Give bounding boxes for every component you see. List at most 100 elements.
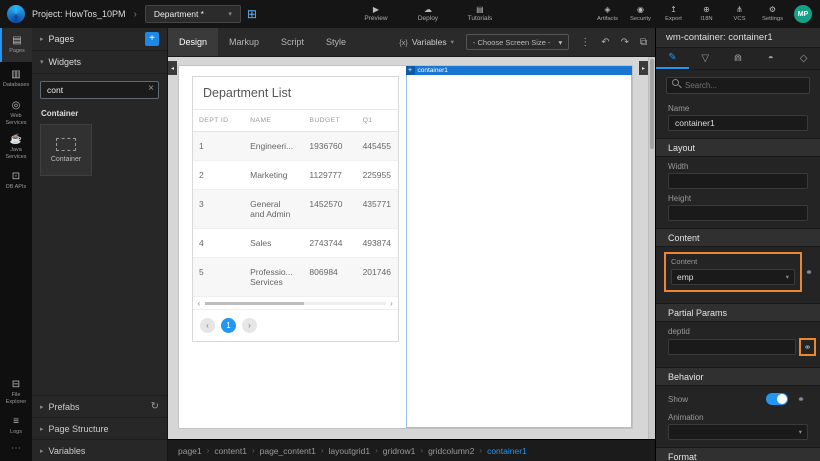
scroll-left-icon[interactable]: ‹ <box>193 299 205 308</box>
tab-style[interactable]: Style <box>315 28 357 56</box>
bind-deptid-icon[interactable]: ⚭ <box>799 338 816 356</box>
i18n-button[interactable]: ⊕ I18N <box>691 0 722 28</box>
breadcrumb-item[interactable]: content1 <box>214 446 247 456</box>
caret-down-icon: ▾ <box>40 58 44 66</box>
folder-icon: ⊟ <box>12 379 20 390</box>
kebab-menu-icon[interactable]: ⋮ <box>580 37 590 48</box>
user-avatar[interactable]: MP <box>794 5 812 23</box>
refresh-icon[interactable]: ↻ <box>151 401 159 412</box>
tab-script[interactable]: Script <box>270 28 315 56</box>
widget-search-input[interactable] <box>40 81 159 99</box>
add-widget-icon[interactable]: + <box>406 66 415 75</box>
deptid-field[interactable] <box>668 339 796 355</box>
tab-design[interactable]: Design <box>168 28 218 56</box>
settings-button[interactable]: ⚙ Settings <box>757 0 788 28</box>
collapse-right-panel-handle[interactable]: ▸ <box>639 61 648 75</box>
content-section-header[interactable]: Content <box>656 228 820 247</box>
screen-size-select[interactable]: - Choose Screen Size - ▾ <box>466 34 569 50</box>
breadcrumb: page1 › content1 › page_content1 › layou… <box>168 439 655 461</box>
rail-item-logs[interactable]: ≡ Logs <box>0 409 32 443</box>
breadcrumb-item[interactable]: page1 <box>178 446 202 456</box>
scroll-right-icon[interactable]: › <box>386 299 398 308</box>
container-selection-header[interactable]: + container1 <box>406 66 633 75</box>
redo-icon[interactable]: ↷ <box>621 37 629 48</box>
pagination-prev-button[interactable]: ‹ <box>200 318 215 333</box>
animation-select[interactable]: ▾ <box>668 424 808 440</box>
more-menu-icon[interactable]: ⋯ <box>0 443 32 461</box>
scroll-thumb[interactable] <box>205 302 304 305</box>
pages-header-label: Pages <box>49 34 75 44</box>
tab-events[interactable]: ⋒ <box>722 48 755 69</box>
export-button[interactable]: ↥ Export <box>658 0 689 28</box>
preview-icon: ▶ <box>373 5 379 15</box>
name-field[interactable] <box>668 115 808 131</box>
pagination-page-1-button[interactable]: 1 <box>221 318 236 333</box>
show-toggle[interactable] <box>766 393 788 405</box>
undo-icon[interactable]: ↶ <box>601 37 609 48</box>
table-row[interactable]: 5 Professio... Services 806984 201746 <box>193 258 398 297</box>
chevron-right-icon: › <box>479 446 482 455</box>
artifacts-button[interactable]: ◈ Artifacts <box>592 0 623 28</box>
widgets-panel-header[interactable]: ▾ Widgets <box>32 51 167 74</box>
container-widget-tile[interactable]: Container <box>40 124 92 176</box>
layout-section-header[interactable]: Layout <box>656 138 820 157</box>
add-page-button[interactable]: + <box>145 32 159 46</box>
bind-content-icon[interactable]: ⚭ <box>802 267 816 278</box>
table-row[interactable]: 2 Marketing 1129777 225955 <box>193 161 398 190</box>
table-row[interactable]: 1 Engineeri... 1936760 445455 <box>193 132 398 161</box>
rail-item-java-services[interactable]: ☕ Java Services <box>0 130 32 164</box>
variables-dropdown[interactable]: {x} Variables ▾ <box>399 37 454 47</box>
security-button[interactable]: ◉ Security <box>625 0 656 28</box>
breadcrumb-item[interactable]: layoutgrid1 <box>329 446 371 456</box>
breadcrumb-item[interactable]: gridrow1 <box>383 446 416 456</box>
height-field[interactable] <box>668 205 808 221</box>
behavior-section-header[interactable]: Behavior <box>656 367 820 386</box>
rail-item-db-apis[interactable]: ⊡ DB APIs <box>0 164 32 198</box>
partial-params-section-header[interactable]: Partial Params <box>656 303 820 322</box>
table-row[interactable]: 4 Sales 2743744 493874 <box>193 229 398 258</box>
bind-show-icon[interactable]: ⚭ <box>794 394 808 405</box>
deploy-button[interactable]: ☁ Deploy <box>404 0 452 28</box>
rail-item-pages[interactable]: ▤ Pages <box>0 28 32 62</box>
pagination-next-button[interactable]: › <box>242 318 257 333</box>
tab-styles[interactable]: ▽ <box>689 48 722 69</box>
selected-container-widget[interactable]: + container1 <box>406 66 633 428</box>
name-field-label: Name <box>668 104 808 113</box>
format-section-header[interactable]: Format <box>656 447 820 461</box>
security-icon: ◉ <box>637 5 644 15</box>
rail-item-web-services[interactable]: ◎ Web Services <box>0 96 32 130</box>
width-field[interactable] <box>668 173 808 189</box>
tab-properties[interactable]: ✎ <box>656 48 689 69</box>
breadcrumb-item-current[interactable]: container1 <box>487 446 527 456</box>
cell: 806984 <box>303 258 356 297</box>
tab-messages[interactable]: ◓ <box>754 48 787 69</box>
page-structure-section[interactable]: ▸ Page Structure <box>32 417 167 439</box>
rail-logs-label: Logs <box>10 429 22 436</box>
dashboard-grid-icon[interactable]: ⊞ <box>247 7 257 21</box>
canvas-scrollbar[interactable] <box>648 57 655 439</box>
preview-button[interactable]: ▶ Preview <box>352 0 400 28</box>
properties-search-input[interactable] <box>666 77 810 94</box>
breadcrumb-item[interactable]: gridcolumn2 <box>428 446 474 456</box>
clear-search-icon[interactable]: × <box>148 83 154 94</box>
cell: Marketing <box>244 161 303 190</box>
cell: 1129777 <box>303 161 356 190</box>
breadcrumb-item[interactable]: page_content1 <box>260 446 316 456</box>
app-logo-icon[interactable] <box>7 5 25 23</box>
content-select[interactable]: emp ▾ <box>671 269 795 285</box>
table-row[interactable]: 3 General and Admin 1452570 435771 <box>193 190 398 229</box>
vcs-button[interactable]: ⋔ VCS <box>724 0 755 28</box>
tab-security[interactable]: ◇ <box>787 48 820 69</box>
rail-item-file-explorer[interactable]: ⊟ File Explorer <box>0 375 32 409</box>
pages-panel-header[interactable]: ▸ Pages + <box>32 28 167 51</box>
page-selector[interactable]: Department * ▾ <box>145 5 241 23</box>
cell: 1 <box>193 132 244 161</box>
save-icon[interactable]: ⧉ <box>640 37 647 48</box>
collapse-left-panel-handle[interactable]: ◂ <box>168 61 177 75</box>
tab-markup[interactable]: Markup <box>218 28 270 56</box>
tutorials-button[interactable]: ▤ Tutorials <box>456 0 504 28</box>
prefabs-section[interactable]: ▸ Prefabs ↻ <box>32 395 167 417</box>
variables-section[interactable]: ▸ Variables <box>32 439 167 461</box>
rail-item-databases[interactable]: ▥ Databases <box>0 62 32 96</box>
table-horizontal-scrollbar[interactable]: ‹ › <box>193 297 398 310</box>
